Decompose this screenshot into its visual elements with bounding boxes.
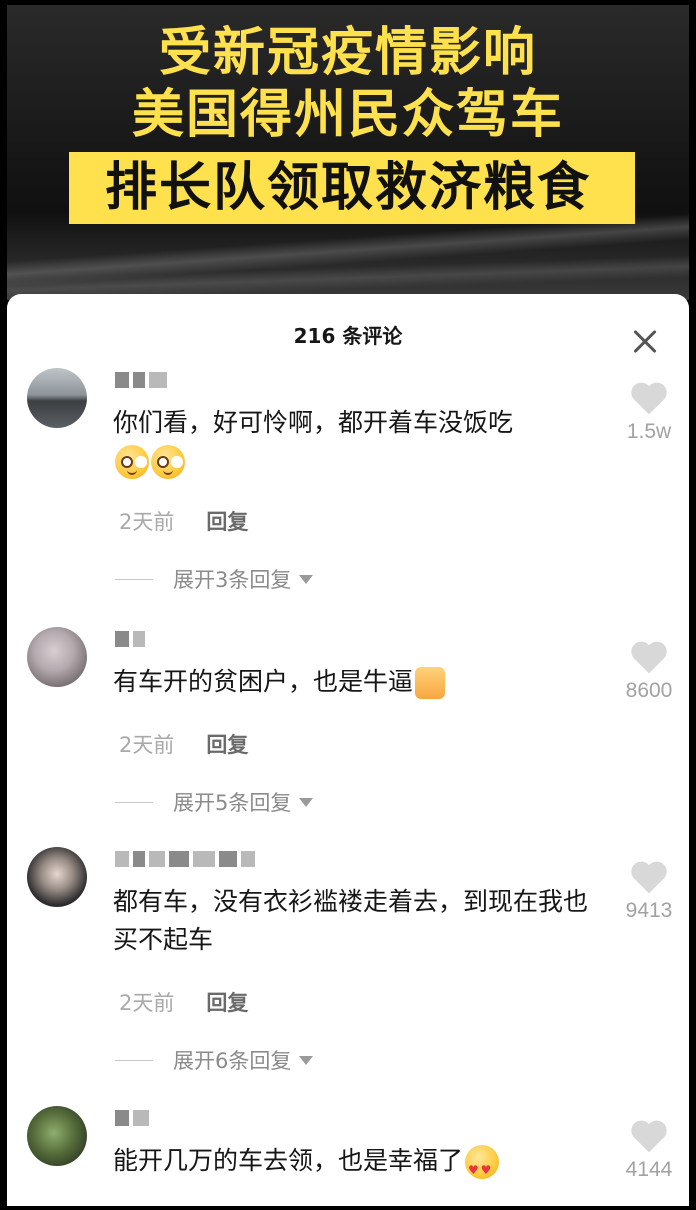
comment-meta: 2天前 回复 xyxy=(119,506,248,536)
heart-icon[interactable] xyxy=(629,859,669,895)
divider-dash xyxy=(115,578,153,580)
comment-text: 都有车，没有衣衫褴褛走着去，到现在我也买不起车 xyxy=(113,887,589,954)
like-count: 1.5w xyxy=(626,420,672,443)
reply-button[interactable]: 回复 xyxy=(206,987,248,1017)
avatar[interactable] xyxy=(27,627,87,687)
comment-panel: 216 条评论 你们看，好可怜啊，都开着车没饭吃 2天前 回复 展开3条回复 1… xyxy=(7,294,689,1206)
comment-text-body: 能开几万的车去领，也是幸福了 xyxy=(113,1146,464,1175)
reply-button[interactable]: 回复 xyxy=(206,506,248,536)
username-blurred[interactable] xyxy=(115,849,255,869)
pleading-face-icon xyxy=(151,445,185,479)
expand-replies-label: 展开3条回复 xyxy=(173,568,292,592)
divider-dash xyxy=(115,1059,153,1061)
like-count: 4144 xyxy=(625,1158,673,1181)
chevron-down-icon xyxy=(299,797,314,807)
avatar[interactable] xyxy=(27,1106,87,1166)
chevron-down-icon xyxy=(299,1055,314,1065)
comment-count-title: 216 条评论 xyxy=(293,324,403,348)
video-player[interactable]: 受新冠疫情影响 美国得州民众驾车 排长队领取救济粮食 xyxy=(7,5,689,300)
username-blurred[interactable] xyxy=(115,370,167,390)
close-icon[interactable] xyxy=(627,324,663,360)
expand-replies-button[interactable]: 展开5条回复 xyxy=(115,787,314,817)
like-control[interactable]: 1.5w xyxy=(609,380,689,444)
username-blurred[interactable] xyxy=(115,629,145,649)
comment-time: 2天前 xyxy=(119,733,175,757)
comment-text-body: 有车开的贫困户，也是牛逼 xyxy=(113,667,414,696)
like-control[interactable]: 4144 xyxy=(609,1118,689,1182)
comment-text: 有车开的贫困户，也是牛逼 xyxy=(113,663,593,701)
screenshot-frame: 受新冠疫情影响 美国得州民众驾车 排长队领取救济粮食 216 条评论 你们看，好… xyxy=(0,0,696,1210)
avatar[interactable] xyxy=(27,847,87,907)
comment-time: 2天前 xyxy=(119,991,175,1015)
comment-text-body: 你们看，好可怜啊，都开着车没饭吃 xyxy=(113,408,514,437)
comment-text: 能开几万的车去领，也是幸福了 xyxy=(113,1142,593,1189)
expand-replies-button[interactable]: 展开6条回复 xyxy=(115,1045,314,1075)
comment-meta: 2天前 回复 xyxy=(119,729,248,759)
heart-icon[interactable] xyxy=(629,639,669,675)
reply-button[interactable]: 回复 xyxy=(206,729,248,759)
like-count: 8600 xyxy=(625,679,673,702)
video-caption-line-1: 受新冠疫情影响 xyxy=(158,23,537,83)
avatar[interactable] xyxy=(27,368,87,428)
expand-replies-label: 展开6条回复 xyxy=(173,1049,292,1073)
like-count: 9413 xyxy=(625,899,673,922)
chevron-down-icon xyxy=(299,574,314,584)
thumbs-up-icon xyxy=(415,667,446,699)
heart-icon[interactable] xyxy=(629,380,669,416)
divider-dash xyxy=(115,801,153,803)
username-blurred[interactable] xyxy=(115,1108,149,1128)
heart-eyes-face-icon xyxy=(465,1145,500,1189)
comment-time: 2天前 xyxy=(119,510,175,534)
comment-meta: 2天前 回复 xyxy=(119,987,248,1017)
expand-replies-label: 展开5条回复 xyxy=(173,791,292,815)
pleading-face-icon xyxy=(115,445,149,479)
like-control[interactable]: 8600 xyxy=(609,639,689,703)
video-caption-line-2: 美国得州民众驾车 xyxy=(131,85,564,145)
like-control[interactable]: 9413 xyxy=(609,859,689,923)
expand-replies-button[interactable]: 展开3条回复 xyxy=(115,564,314,594)
heart-icon[interactable] xyxy=(629,1118,669,1154)
video-caption-line-3: 排长队领取救济粮食 xyxy=(104,158,591,218)
comment-text: 你们看，好可怜啊，都开着车没饭吃 xyxy=(113,404,593,480)
